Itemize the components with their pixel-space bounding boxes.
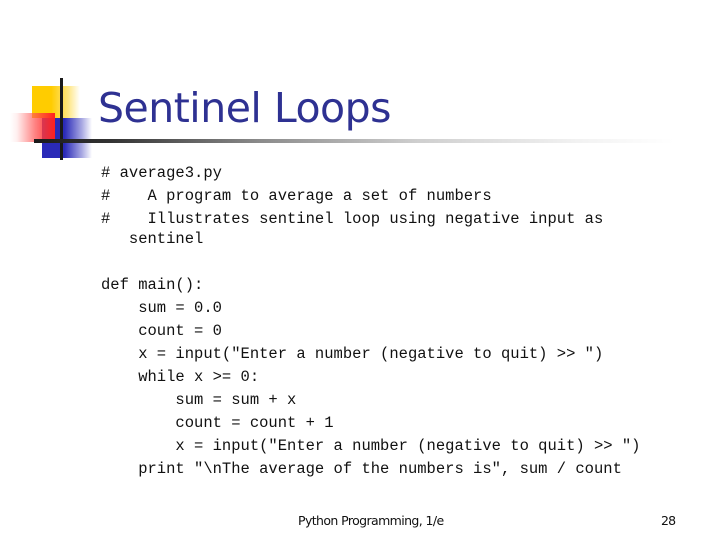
code-line: sentinel xyxy=(101,230,204,248)
footer-text: Python Programming, 1/e xyxy=(298,513,444,528)
slide: Sentinel Loops # average3.py # A program … xyxy=(0,0,720,540)
code-line: while x >= 0: xyxy=(101,368,260,386)
page-number: 28 xyxy=(661,513,676,528)
code-line: # average3.py xyxy=(101,164,222,182)
code-line: # Illustrates sentinel loop using negati… xyxy=(101,210,604,228)
code-line: count = 0 xyxy=(101,322,222,340)
code-line: print "\nThe average of the numbers is",… xyxy=(101,460,622,478)
code-block: # average3.py # A program to average a se… xyxy=(101,162,641,481)
code-line: # A program to average a set of numbers xyxy=(101,187,492,205)
code-line: x = input("Enter a number (negative to q… xyxy=(101,437,641,455)
title-underline-rule xyxy=(34,139,674,143)
code-line: sum = 0.0 xyxy=(101,299,222,317)
slide-title: Sentinel Loops xyxy=(98,84,392,132)
code-line: count = count + 1 xyxy=(101,414,334,432)
decorative-vertical-bar xyxy=(60,78,63,160)
code-line: x = input("Enter a number (negative to q… xyxy=(101,345,604,363)
decorative-red-square xyxy=(10,113,55,142)
code-line: sum = sum + x xyxy=(101,391,297,409)
code-line: def main(): xyxy=(101,276,204,294)
